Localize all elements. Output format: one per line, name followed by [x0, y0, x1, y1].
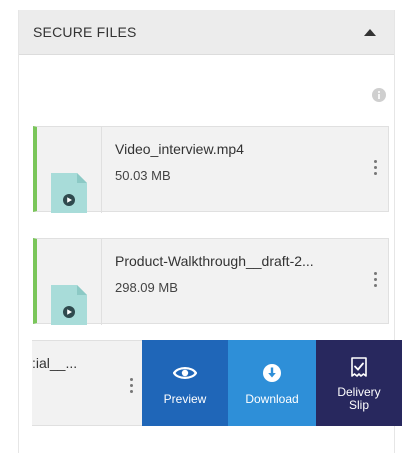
delivery-slip-label: Delivery Slip — [337, 384, 381, 412]
file-card[interactable]: Video_interview.mp4 50.03 MB — [33, 126, 389, 213]
preview-label: Preview — [163, 392, 207, 406]
kebab-menu-icon[interactable] — [370, 269, 380, 293]
video-file-icon — [51, 173, 87, 213]
receipt-check-icon — [351, 357, 367, 377]
file-card[interactable]: Product-Walkthrough__draft-2... 298.09 M… — [33, 238, 389, 325]
kebab-menu-icon[interactable] — [126, 375, 136, 399]
file-card-swiped[interactable]: :ial__... — [32, 340, 142, 426]
file-size: 298.09 MB — [115, 280, 178, 295]
file-size: 50.03 MB — [115, 168, 171, 183]
download-circle-icon — [263, 364, 281, 382]
video-file-icon — [51, 285, 87, 325]
file-name: Video_interview.mp4 — [115, 141, 244, 157]
preview-button[interactable]: Preview — [142, 340, 228, 426]
thumb-divider — [101, 239, 102, 325]
panel-title: SECURE FILES — [33, 24, 137, 40]
thumb-divider — [101, 127, 102, 213]
kebab-menu-icon[interactable] — [370, 157, 380, 181]
file-name: :ial__... — [32, 355, 78, 371]
download-button[interactable]: Download — [228, 340, 316, 426]
download-label: Download — [245, 392, 299, 406]
eye-icon — [173, 367, 197, 379]
panel-header[interactable]: SECURE FILES — [19, 10, 394, 55]
info-icon[interactable] — [372, 88, 386, 102]
delivery-slip-button[interactable]: Delivery Slip — [316, 340, 402, 426]
collapse-button[interactable] — [360, 22, 380, 42]
file-name: Product-Walkthrough__draft-2... — [115, 253, 314, 269]
caret-up-icon — [364, 29, 376, 36]
swiped-file-row[interactable]: :ial__... Preview Download Delivery Slip — [32, 340, 402, 426]
